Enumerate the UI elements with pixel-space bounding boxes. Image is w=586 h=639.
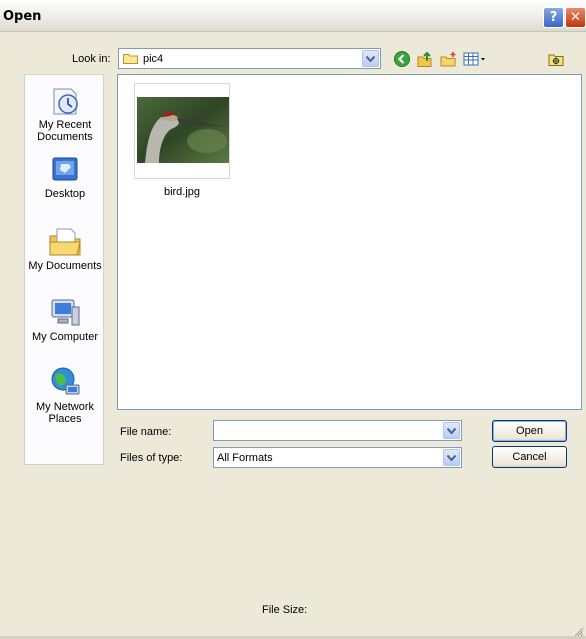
cancel-button[interactable]: Cancel [492, 446, 567, 468]
view-menu-button[interactable] [462, 49, 490, 69]
back-arrow-icon [394, 51, 410, 67]
chevron-down-icon [366, 55, 375, 62]
file-type-dropdown[interactable]: All Formats [213, 447, 462, 468]
file-name-label-text: File name: [120, 426, 172, 438]
place-my-network-places[interactable]: My Network Places [25, 365, 105, 425]
places-bar: My Recent Documents Desktop My Documents… [24, 74, 104, 465]
file-type-dropdown-arrow[interactable] [443, 449, 460, 466]
my-computer-icon [51, 299, 80, 326]
desktop-folder-icon [548, 54, 564, 66]
file-name-dropdown-arrow[interactable] [443, 422, 460, 439]
new-folder-button[interactable] [439, 49, 459, 69]
window-title: Open [3, 9, 42, 24]
desktop-icon [52, 157, 78, 181]
place-label: Documents [37, 131, 93, 143]
close-icon: ✕ [570, 10, 581, 25]
place-label: My Documents [28, 260, 102, 272]
look-in-value: pic4 [143, 53, 164, 65]
place-label: My Network [35, 401, 95, 413]
open-button[interactable]: Open [492, 420, 567, 442]
recent-documents-icon [53, 88, 78, 115]
file-list-view[interactable]: bird.jpg [117, 74, 582, 410]
place-label: My Computer [31, 331, 99, 343]
look-in-label: Look in: [72, 53, 111, 65]
close-button[interactable]: ✕ [565, 7, 586, 28]
folder-icon [123, 54, 138, 64]
up-folder-button[interactable] [415, 49, 435, 69]
file-type-value: All Formats [217, 452, 273, 464]
place-my-documents[interactable]: My Documents [25, 224, 105, 272]
desktop-shortcut-button[interactable] [546, 49, 566, 69]
back-button[interactable] [392, 49, 412, 69]
my-documents-icon [49, 228, 81, 256]
chevron-down-icon [447, 454, 456, 461]
file-name-label: bird.jpg [163, 186, 201, 198]
up-folder-icon [417, 51, 432, 67]
place-label: My Recent [38, 119, 92, 131]
place-label: Places [48, 413, 82, 425]
place-my-computer[interactable]: My Computer [25, 297, 105, 343]
new-folder-icon [440, 52, 456, 67]
place-my-recent-documents[interactable]: My Recent Documents [25, 85, 105, 143]
bird-image-thumbnail [137, 97, 229, 163]
network-places-icon [51, 367, 80, 395]
chevron-down-icon [447, 427, 456, 434]
title-bar: Open ? ✕ [0, 0, 586, 32]
look-in-dropdown-arrow[interactable] [362, 50, 379, 67]
file-item[interactable]: bird.jpg [134, 83, 230, 198]
look-in-dropdown[interactable]: pic4 [118, 48, 381, 69]
file-size-label: File Size: [262, 604, 308, 616]
view-menu-icon [463, 52, 485, 66]
file-thumbnail [134, 83, 230, 179]
place-desktop[interactable]: Desktop [25, 154, 105, 200]
file-type-label: Files of type: [120, 452, 183, 464]
file-name-input[interactable] [213, 420, 462, 441]
place-label: Desktop [44, 188, 86, 200]
help-icon: ? [549, 10, 558, 25]
help-button[interactable]: ? [543, 7, 564, 28]
